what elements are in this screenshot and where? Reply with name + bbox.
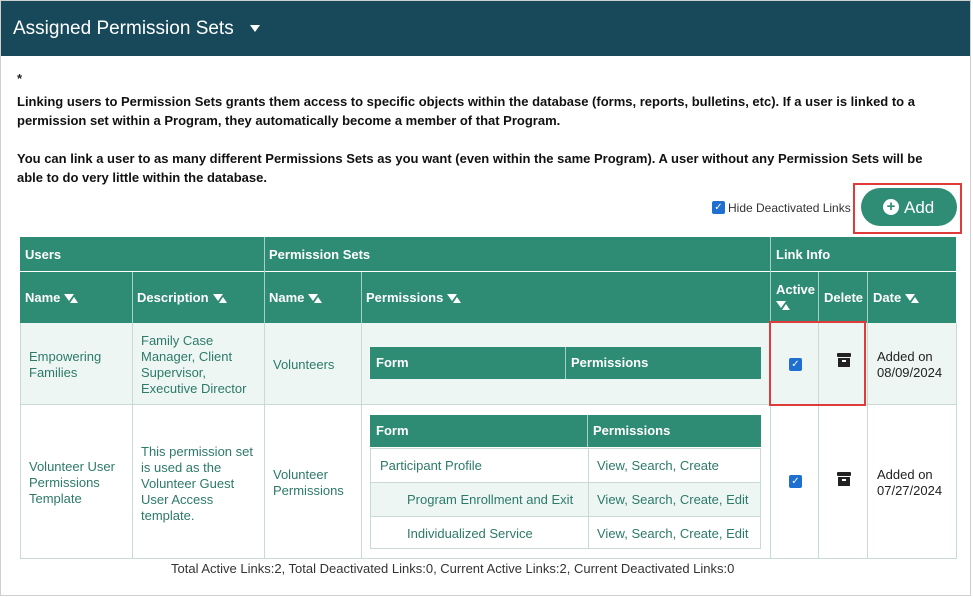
- inner-table-row: Program Enrollment and Exit View, Search…: [371, 483, 760, 516]
- divider: [588, 449, 589, 548]
- table-column-header: Name Description Name Permissions Active…: [20, 272, 956, 323]
- intro-paragraph-1: Linking users to Permission Sets grants …: [17, 94, 915, 128]
- group-users: Users: [25, 247, 62, 262]
- col-active[interactable]: Active: [776, 282, 815, 312]
- inner-table-header: Form Permissions: [370, 347, 761, 379]
- active-checkbox[interactable]: ✓: [789, 475, 802, 488]
- divider: [956, 323, 957, 559]
- archive-icon[interactable]: [837, 472, 851, 486]
- active-delete-highlight-box: [769, 321, 866, 406]
- form-name: Program Enrollment and Exit: [407, 492, 574, 507]
- user-name-link[interactable]: Empowering Families: [29, 349, 125, 381]
- form-name: Participant Profile: [380, 458, 482, 473]
- divider: [132, 272, 133, 323]
- user-description: Family Case Manager, Client Supervisor, …: [141, 333, 247, 396]
- inner-col-form: Form: [376, 423, 409, 438]
- col-date[interactable]: Date: [873, 290, 920, 305]
- col-ps-name[interactable]: Name: [269, 290, 323, 305]
- link-totals: Total Active Links:2, Total Deactivated …: [171, 561, 735, 576]
- divider: [818, 272, 819, 323]
- col-delete: Delete: [824, 290, 864, 305]
- col-description[interactable]: Description: [137, 290, 227, 305]
- col-ps-name-label: Name: [269, 290, 305, 305]
- inner-table-row: Individualized Service View, Search, Cre…: [371, 517, 760, 549]
- divider: [770, 237, 771, 323]
- sort-icon[interactable]: [64, 293, 79, 304]
- sort-icon[interactable]: [905, 293, 920, 304]
- inner-table-body: Participant Profile View, Search, Create…: [370, 448, 761, 549]
- sort-icon[interactable]: [212, 293, 227, 304]
- intro-paragraph-2: You can link a user to as many different…: [17, 151, 923, 185]
- divider: [587, 415, 588, 447]
- divider: [264, 323, 265, 559]
- col-permissions[interactable]: Permissions: [366, 290, 462, 305]
- divider: [867, 272, 868, 323]
- added-date: Added on 07/27/2024: [877, 467, 943, 498]
- form-permissions: View, Search, Create, Edit: [597, 526, 749, 541]
- divider: [20, 558, 956, 559]
- hide-deactivated-toggle[interactable]: ✓ Hide Deactivated Links: [712, 200, 851, 215]
- user-description: This permission set is used as the Volun…: [141, 444, 253, 523]
- col-active-label: Active: [776, 282, 816, 297]
- inner-col-form: Form: [376, 355, 409, 370]
- assigned-permission-sets-panel: Assigned Permission Sets * Linking users…: [0, 0, 971, 596]
- inner-col-permissions: Permissions: [593, 423, 671, 438]
- col-permissions-label: Permissions: [366, 290, 444, 305]
- required-marker: *: [17, 71, 23, 86]
- divider: [361, 272, 362, 323]
- divider: [264, 237, 265, 323]
- panel-header[interactable]: Assigned Permission Sets: [1, 1, 970, 56]
- group-link-info: Link Info: [776, 247, 831, 262]
- user-name-link[interactable]: Volunteer User Permissions Template: [29, 459, 127, 507]
- divider: [867, 323, 868, 559]
- panel-title: Assigned Permission Sets: [13, 18, 234, 39]
- permission-set-name-link[interactable]: Volunteer Permissions: [273, 467, 357, 499]
- form-permissions: View, Search, Create: [597, 458, 719, 473]
- permission-set-name-link[interactable]: Volunteers: [273, 357, 357, 373]
- table-group-header: Users Permission Sets Link Info: [20, 237, 956, 271]
- inner-table-row: Participant Profile View, Search, Create: [371, 449, 760, 482]
- col-description-label: Description: [137, 290, 209, 305]
- sort-icon[interactable]: [447, 293, 462, 304]
- col-name[interactable]: Name: [25, 290, 79, 305]
- group-permission-sets: Permission Sets: [269, 247, 371, 262]
- form-permissions: View, Search, Create, Edit: [597, 492, 749, 507]
- inner-col-permissions: Permissions: [571, 355, 649, 370]
- col-date-label: Date: [873, 290, 902, 305]
- divider: [565, 347, 566, 379]
- sort-icon[interactable]: [776, 300, 790, 311]
- chevron-down-icon[interactable]: [250, 25, 260, 32]
- col-name-label: Name: [25, 290, 61, 305]
- divider: [20, 323, 21, 559]
- sort-icon[interactable]: [308, 293, 323, 304]
- hide-deactivated-label: Hide Deactivated Links: [728, 200, 851, 215]
- divider: [361, 323, 362, 559]
- hide-deactivated-checkbox[interactable]: ✓: [712, 201, 725, 215]
- add-highlight-box: [853, 183, 962, 234]
- form-name: Individualized Service: [407, 526, 533, 541]
- inner-table-header: Form Permissions: [370, 415, 761, 447]
- added-date: Added on 08/09/2024: [877, 349, 943, 380]
- divider: [132, 323, 133, 559]
